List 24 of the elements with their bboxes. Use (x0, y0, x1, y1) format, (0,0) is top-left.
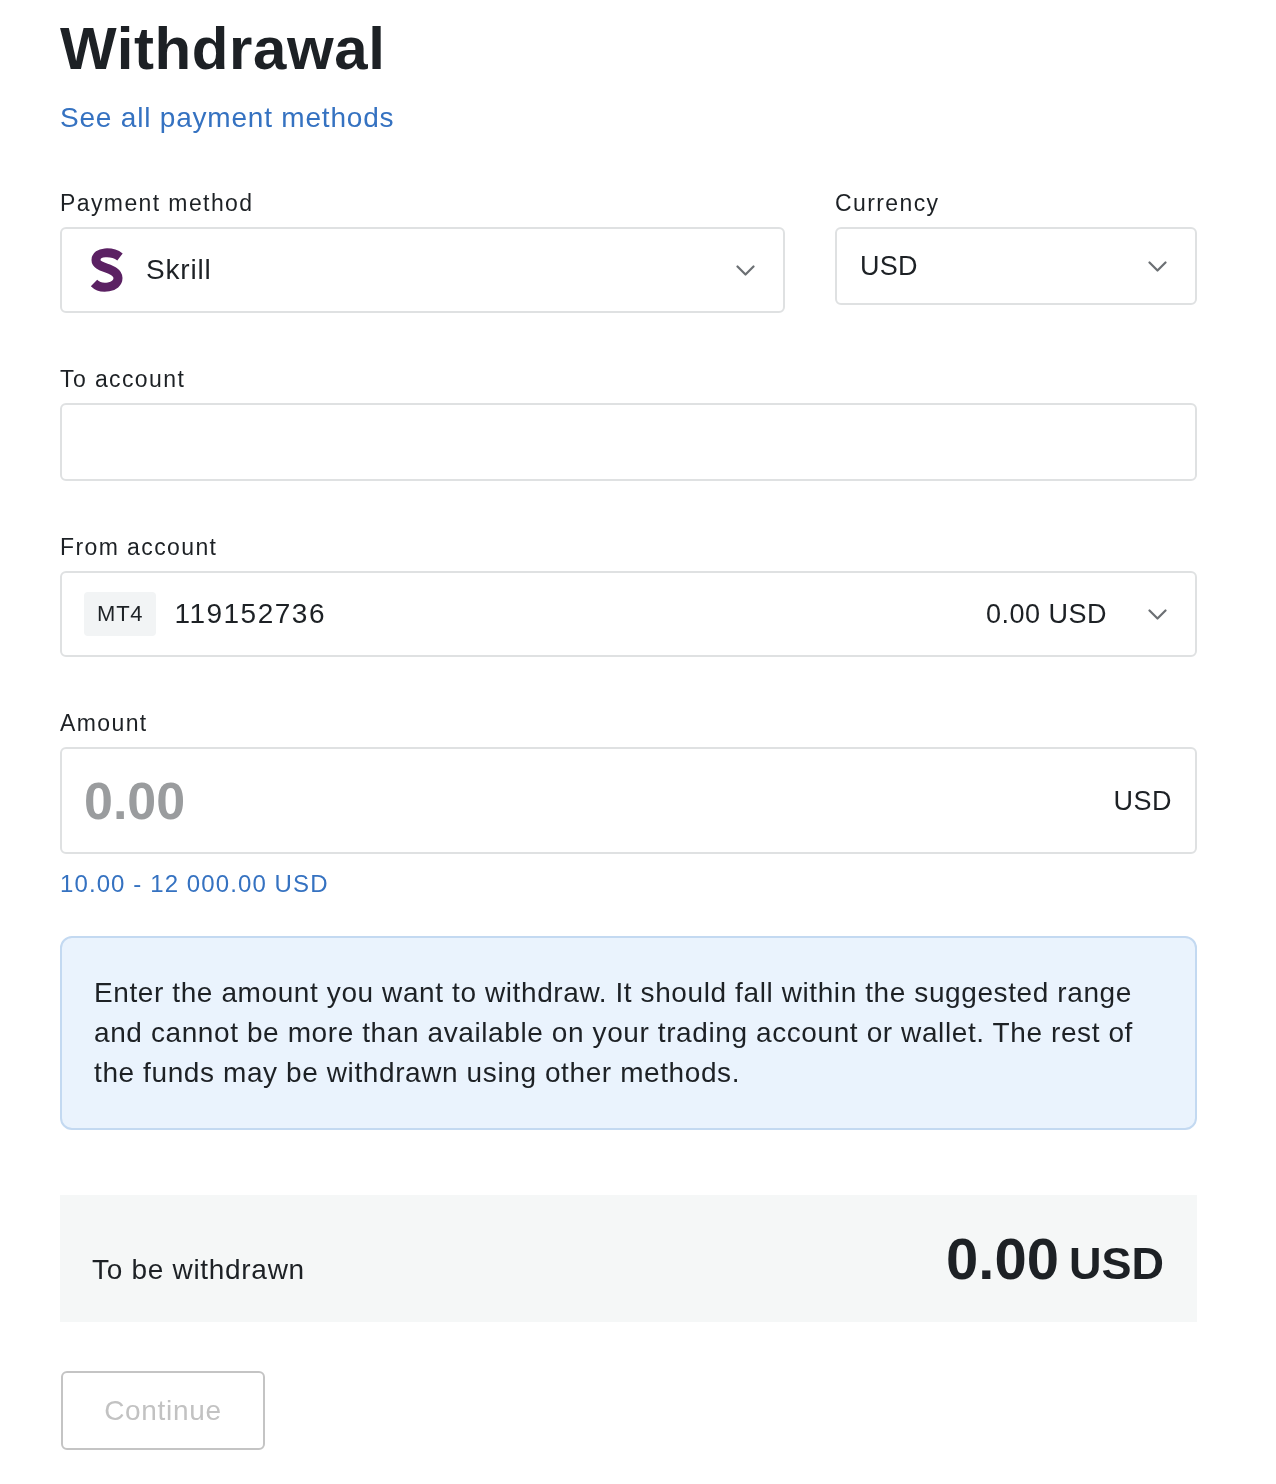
summary-label: To be withdrawn (92, 1254, 305, 1286)
payment-methods-link[interactable]: See all payment methods (60, 101, 395, 135)
account-number: 119152736 (174, 598, 327, 630)
account-balance: 0.00 USD (985, 598, 1107, 630)
currency-dropdown[interactable]: USD (835, 227, 1197, 305)
s-logo-icon (90, 248, 124, 292)
field-label: Amount (60, 709, 148, 737)
platform-badge: MT4 (84, 592, 157, 636)
to-account-field[interactable] (60, 403, 1197, 481)
info-text: Enter the amount you want to withdraw. It should fall within the suggested range and cannot be more than available on your trading account or wallet. The rest of the funds may be withdrawn using other methods. (94, 976, 1134, 1090)
page-title: Withdrawal (60, 19, 386, 79)
currency-suffix: USD (1113, 785, 1172, 816)
chevron-down-icon (1148, 260, 1167, 272)
field-label: Currency (835, 189, 940, 217)
field-label: Payment method (60, 189, 254, 217)
chevron-down-icon (1148, 608, 1167, 620)
field-label: To account (60, 365, 186, 393)
from-account-dropdown[interactable]: MT4 119152736 0.00 USD (60, 571, 1197, 657)
field-label: From account (60, 533, 218, 561)
total-amount: 0.00 (946, 1227, 1059, 1291)
chevron-down-icon (736, 264, 755, 276)
payment-method-dropdown[interactable]: Skrill (60, 227, 785, 313)
total-currency: USD (1069, 1238, 1164, 1290)
amount-range: 10.00 - 12 000.00 USD (60, 869, 329, 899)
